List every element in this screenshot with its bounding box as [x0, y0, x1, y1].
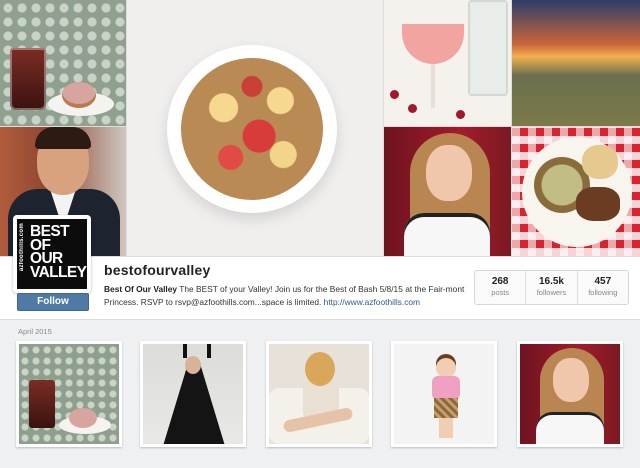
stat-posts-count: 268	[491, 276, 509, 287]
stat-following-count: 457	[594, 276, 612, 287]
shirt	[404, 213, 490, 256]
skirt	[434, 398, 458, 418]
bottle	[468, 0, 508, 96]
grid-photo-cafe[interactable]	[16, 341, 122, 447]
photo-image	[269, 344, 369, 444]
donut	[62, 82, 96, 108]
mosaic-photo-sunset[interactable]	[512, 0, 640, 126]
profile-bio: Best Of Our Valley The BEST of your Vall…	[104, 283, 466, 309]
stat-followers-label: followers	[536, 288, 567, 297]
photo-image	[19, 344, 119, 444]
pink-top	[432, 376, 460, 400]
face	[426, 145, 472, 201]
shirt	[536, 412, 604, 444]
legs	[439, 418, 453, 438]
grid-photo-girl-portrait[interactable]	[517, 341, 623, 447]
meat	[576, 187, 620, 221]
hair	[305, 352, 335, 386]
grid-photo-woman-sofa[interactable]	[266, 341, 372, 447]
rice	[582, 145, 618, 179]
stat-following[interactable]: 457 following	[578, 271, 628, 304]
stat-posts[interactable]: 268 posts	[475, 271, 527, 304]
face	[553, 358, 589, 402]
bowl-fruit	[181, 58, 323, 200]
face	[436, 358, 456, 378]
follow-button[interactable]: Follow	[17, 293, 89, 311]
drink-glass	[29, 380, 55, 428]
stat-posts-label: posts	[491, 288, 510, 297]
photo-image	[394, 344, 494, 444]
profile-avatar[interactable]: azfoothills.com BEST OF OUR VALLEY	[13, 215, 91, 293]
profile-stats: 268 posts 16.5k followers 457 following	[474, 270, 629, 305]
mosaic-photo-cafe-drink-donut[interactable]	[0, 0, 126, 126]
face	[185, 356, 201, 374]
cocktail-glass	[402, 24, 464, 64]
berry	[456, 110, 465, 119]
grid-photo-child[interactable]	[391, 341, 497, 447]
stat-following-label: following	[588, 288, 618, 297]
bio-link[interactable]: http://www.azfoothills.com	[324, 297, 420, 307]
dress	[163, 364, 225, 444]
stat-followers-count: 16.5k	[538, 276, 564, 287]
avatar-logo-text: BEST OF OUR VALLEY	[30, 223, 87, 281]
bunny-ears	[183, 344, 211, 358]
avatar-logo: azfoothills.com BEST OF OUR VALLEY	[17, 219, 87, 289]
photo-image	[520, 344, 620, 444]
profile-header-mosaic	[0, 0, 640, 256]
donut	[69, 408, 97, 428]
mosaic-photo-acai-bowl[interactable]	[127, 0, 383, 256]
avatar-site-text: azfoothills.com	[19, 223, 25, 272]
grid-photo-black-dress[interactable]	[140, 341, 246, 447]
profile-username[interactable]: bestofourvalley	[104, 262, 210, 278]
drink-glass	[10, 48, 46, 110]
stat-followers[interactable]: 16.5k followers	[526, 271, 578, 304]
mosaic-photo-girl-portrait[interactable]	[384, 127, 511, 256]
mosaic-photo-tacos[interactable]	[512, 127, 640, 256]
bio-name: Best Of Our Valley	[104, 284, 178, 294]
mosaic-photo-cocktail[interactable]	[384, 0, 511, 126]
photo-image	[143, 344, 243, 444]
berry	[390, 90, 399, 99]
glass-stem	[431, 64, 435, 108]
hair	[35, 127, 91, 149]
berry	[408, 104, 417, 113]
month-label: April 2015	[18, 327, 52, 336]
